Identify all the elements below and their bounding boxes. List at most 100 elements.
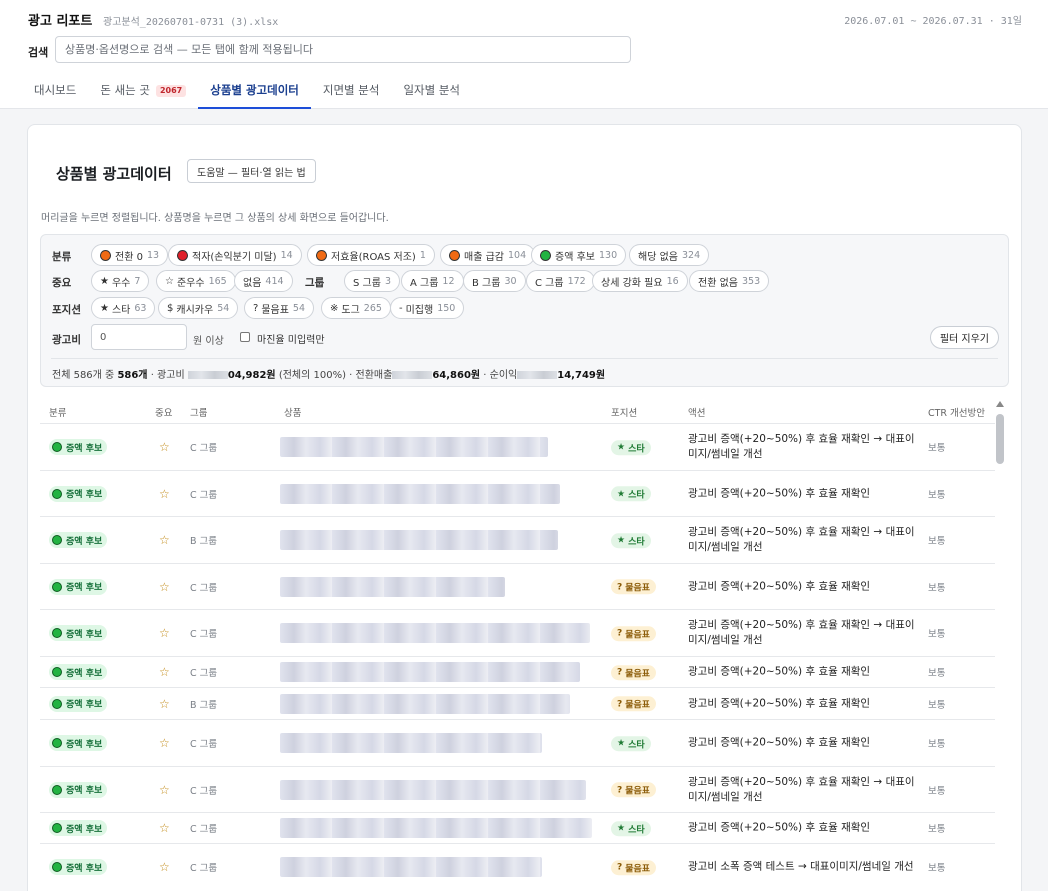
table-row[interactable]: 증액 후보 ☆ B 그룹? 물음표 광고비 증액(+20~50%) 후 효율 재확인 보통 [40,687,995,719]
column-header-position[interactable]: 포지션 [611,405,637,419]
margin-missing-checkbox[interactable] [240,332,250,342]
importance-star-icon: ☆ [159,440,170,454]
position-text: 물음표 [625,629,651,640]
filter-chip-sales-drop[interactable]: 매출 급감 104 [440,244,536,266]
category-cell: 증액 후보 [49,625,108,641]
category-text: 증액 후보 [66,583,103,593]
product-name-link[interactable] [280,483,560,504]
chip-label: 미집행 [405,304,434,316]
red-dot-icon [177,249,188,261]
tab-count-badge: 2067 [155,85,187,97]
table-row[interactable]: 증액 후보 ☆ C 그룹 ★ 스타 광고비 증액(+20~50%) 후 효율 재확인 보통 [40,470,995,516]
chip-count: 414 [265,275,284,287]
filled-star-icon: ★ [617,738,626,749]
filter-chip-detail-needed[interactable]: 상세 강화 필요 16 [592,270,688,292]
product-name-link[interactable] [280,530,558,550]
group-cell: C 그룹 [190,443,218,454]
filter-chip-increase-candidate[interactable]: 증액 후보 130 [531,244,627,266]
table-row[interactable]: 증액 후보 ☆ C 그룹? 물음표 광고비 소폭 증액 테스트 → 대표이미지/썸네일 … [40,843,995,890]
filter-chip-star[interactable]: ★ 스타 63 [91,297,156,319]
filter-chip-low-efficiency[interactable]: 저효율(ROAS 저조) 1 [307,244,435,266]
filter-chip-group-b[interactable]: B 그룹 30 [463,270,526,292]
column-header-importance[interactable]: 중요 [155,405,172,419]
filter-chip-importance-none[interactable]: 없음 414 [234,270,293,292]
filter-chip-cash-cow[interactable]: $ 캐시카우 54 [158,297,239,319]
scroll-up-arrow-icon[interactable] [996,401,1004,407]
table-row[interactable]: 증액 후보 ☆ C 그룹? 물음표 광고비 증액(+20~50%) 후 효율 재확인 →… [40,609,995,656]
header: 광고 리포트 광고분석_20260701-0731 (3).xlsx 2026.… [0,0,1048,109]
column-header-product[interactable]: 상품 [284,405,301,419]
table-scrollbar[interactable] [995,401,1005,891]
product-name-link[interactable] [280,733,542,753]
chip-count: 1 [419,249,426,261]
column-header-ctr[interactable]: CTR 개선방안 [928,405,985,419]
filter-chip-excellent[interactable]: ★ 우수 7 [91,270,150,292]
ad-cost-input[interactable] [91,324,187,350]
help-button[interactable]: 도움말 — 필터·열 읽는 법 [187,159,316,183]
table-row[interactable]: 증액 후보 ☆ C 그룹? 물음표 광고비 증액(+20~50%) 후 효율 재확인 보통 [40,656,995,687]
tab-placement-analysis[interactable]: 지면별 분석 [311,74,392,109]
dash-icon: - [399,302,403,314]
table-row[interactable]: 증액 후보 ☆ C 그룹? 물음표 광고비 증액(+20~50%) 후 효율 재확인 →… [40,766,995,812]
question-icon: ? [253,302,259,314]
filter-chip-group-c[interactable]: C 그룹 172 [526,270,595,292]
filter-chip-zero-conversion[interactable]: 전환 0 13 [91,244,169,266]
question-icon: ? [617,581,623,592]
product-name-link[interactable] [280,779,586,800]
product-name-link[interactable] [280,818,592,838]
filter-chip-group-a[interactable]: A 그룹 12 [401,270,464,292]
category-badge: 증액 후보 [49,664,108,680]
tab-money-leak[interactable]: 돈 새는 곳 2067 [88,74,198,109]
position-badge: ? 물음표 [611,696,657,712]
product-name-link[interactable] [280,662,580,682]
ctr-cell: 보통 [928,536,946,547]
filter-chip-dog[interactable]: ※ 도그 265 [321,297,391,319]
column-header-group[interactable]: 그룹 [190,405,207,419]
table-row[interactable]: 증액 후보 ☆ C 그룹 ★ 스타 광고비 증액(+20~50%) 후 효율 재확인 → … [40,423,995,470]
filter-chip-no-conversion[interactable]: 전환 없음 353 [689,270,770,292]
table-row[interactable]: 증액 후보 ☆ C 그룹 ★ 스타 광고비 증액(+20~50%) 후 효율 재확인 보통 [40,719,995,766]
green-dot-icon [52,488,62,499]
tab-label: 대시보드 [34,83,77,97]
ctr-cell: 보통 [928,699,946,711]
category-cell: 증액 후보 [49,532,108,548]
position-cell: ? 물음표 [611,579,657,595]
position-text: 스타 [628,824,645,835]
product-name-link[interactable] [280,437,548,457]
filter-chip-question-mark[interactable]: ? 물음표 54 [244,297,315,319]
ctr-cell: 보통 [928,489,946,501]
chip-count: 104 [507,249,527,261]
importance-star-icon: ☆ [159,860,170,874]
category-badge: 증액 후보 [49,781,108,798]
chip-label: 우수 [111,277,131,289]
table-row[interactable]: 증액 후보 ☆ C 그룹? 물음표 광고비 증액(+20~50%) 후 효율 재확인 보통 [40,563,995,609]
product-name-link[interactable] [280,623,590,643]
product-name-link[interactable] [280,576,505,597]
column-header-action[interactable]: 액션 [688,405,705,419]
category-filter-label: 분류 [52,251,72,263]
filter-chip-group-s[interactable]: S 그룹 3 [344,270,400,292]
search-input[interactable] [55,36,631,63]
clear-filters-button[interactable]: 필터 지우기 [929,326,999,349]
scroll-thumb[interactable] [996,414,1004,464]
tab-dashboard[interactable]: 대시보드 [22,74,88,109]
product-name-link[interactable] [280,693,570,714]
filter-chip-none[interactable]: 해당 없음 324 [629,244,710,266]
position-badge: ? 물음표 [611,782,657,798]
filter-chip-good[interactable]: ☆ 준우수 165 [156,270,236,292]
chip-count: 13 [146,249,160,261]
importance-star-icon: ☆ [159,533,170,547]
tab-daily-analysis[interactable]: 일자별 분석 [391,74,472,109]
filter-chip-deficit[interactable]: 적자(손익분기 미달) 14 [168,244,302,266]
group-cell: C 그룹 [190,668,218,679]
importance-star-icon: ☆ [159,665,170,679]
product-name-link[interactable] [280,857,542,877]
position-cell: ★ 스타 [611,820,651,836]
table-row[interactable]: 증액 후보 ☆ B 그룹 ★ 스타 광고비 증액(+20~50%) 후 효율 재확인 → … [40,516,995,563]
position-text: 물음표 [625,786,651,797]
chip-count: 353 [741,275,761,287]
column-header-category[interactable]: 분류 [49,405,66,419]
tab-product-ad-data[interactable]: 상품별 광고데이터 [198,74,311,109]
filter-chip-not-executed[interactable]: - 미집행 150 [390,297,465,319]
table-row[interactable]: 증액 후보 ☆ C 그룹 ★ 스타 광고비 증액(+20~50%) 후 효율 재확인 보통 [40,812,995,843]
